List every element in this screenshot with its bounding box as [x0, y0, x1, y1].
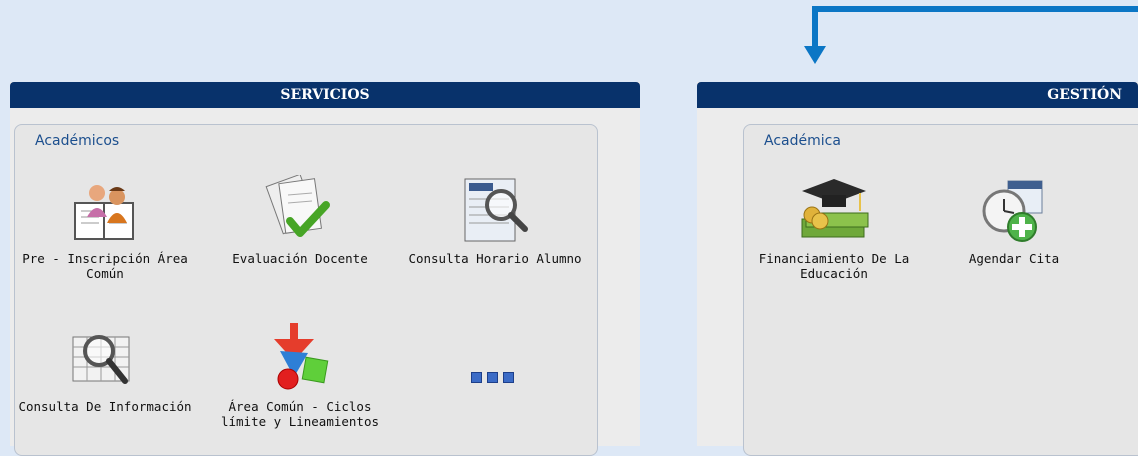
education-financing-label: Financiamiento De La Educación	[758, 251, 910, 281]
education-financing-tile[interactable]: Financiamiento De La Educación	[744, 175, 924, 281]
services-header: SERVICIOS	[10, 82, 640, 108]
more-dot-icon	[487, 372, 498, 383]
services-section-title: Académicos	[35, 133, 120, 149]
clock-calendar-add-icon	[982, 180, 1043, 242]
more-dot-icon	[503, 372, 514, 383]
info-query-label: Consulta De Información	[18, 399, 192, 414]
more-dot-icon	[471, 372, 482, 383]
spreadsheet-magnifier-icon	[72, 335, 130, 384]
callout-arrow-stem	[812, 6, 818, 48]
schedule-appointment-tile[interactable]: Agendar Cita	[924, 175, 1104, 266]
callout-arrow-head	[804, 46, 826, 64]
callout-arrow-line	[812, 6, 1138, 12]
graduation-money-icon	[801, 179, 869, 238]
common-area-label: Área Común - Ciclos límite y Lineamiento…	[220, 399, 380, 429]
schedule-magnifier-icon	[464, 178, 528, 242]
pre-inscription-label: Pre - Inscripción Área Común	[22, 251, 188, 281]
more-services-button[interactable]	[471, 372, 514, 383]
services-academics-box: Académicos Pre - Inscripción Área Común	[14, 124, 598, 456]
students-book-icon	[74, 185, 134, 240]
management-panel: GESTIÓN Académica Financiamiento De La E…	[697, 82, 1138, 456]
management-section-title: Académica	[764, 133, 841, 149]
pre-inscription-tile[interactable]: Pre - Inscripción Área Común	[15, 175, 195, 281]
management-academic-box: Académica Financiamiento De La Educación	[743, 124, 1138, 456]
common-area-tile[interactable]: Área Común - Ciclos límite y Lineamiento…	[210, 323, 390, 429]
shapes-arrow-icon	[274, 323, 329, 390]
teacher-evaluation-label: Evaluación Docente	[232, 251, 368, 266]
schedule-query-label: Consulta Horario Alumno	[408, 251, 582, 266]
evaluation-checkmark-icon	[265, 175, 330, 237]
schedule-query-tile[interactable]: Consulta Horario Alumno	[405, 175, 585, 266]
management-header: GESTIÓN	[697, 82, 1138, 108]
info-query-tile[interactable]: Consulta De Información	[15, 323, 195, 414]
services-panel: SERVICIOS Académicos Pre - Inscripción Á…	[10, 82, 640, 456]
teacher-evaluation-tile[interactable]: Evaluación Docente	[210, 175, 390, 266]
schedule-appointment-label: Agendar Cita	[968, 251, 1060, 266]
